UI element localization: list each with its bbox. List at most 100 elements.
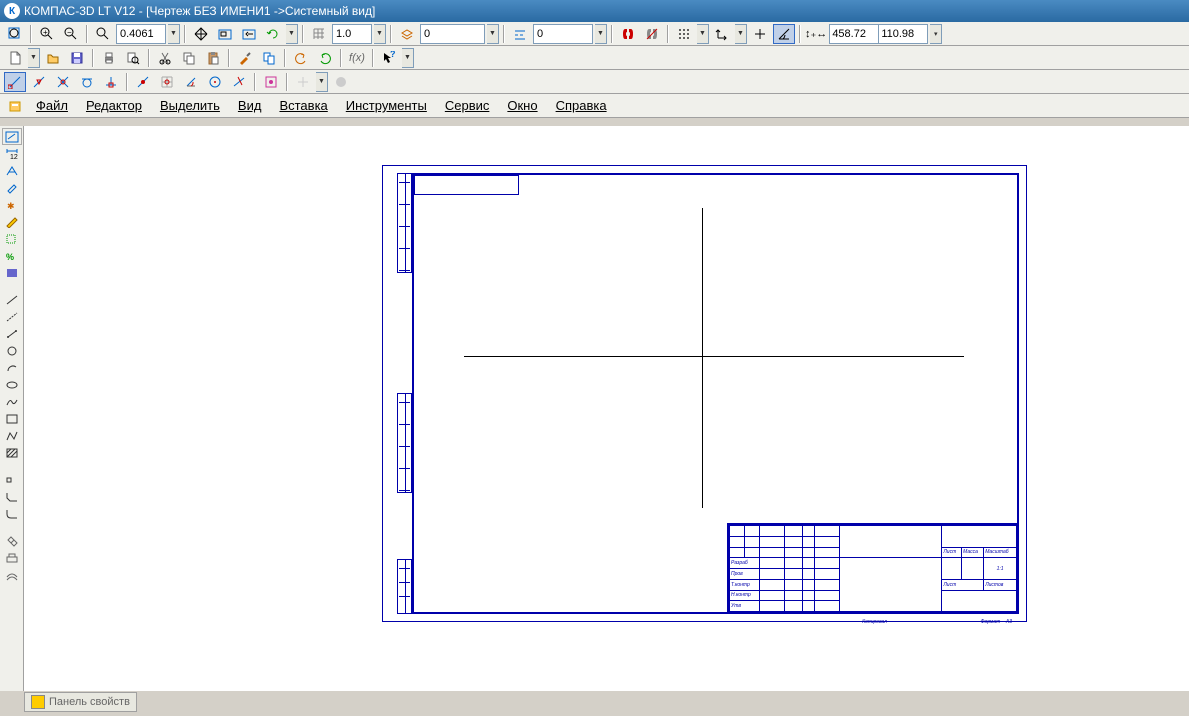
geometry-panel-icon[interactable] <box>2 128 22 145</box>
zoom-scale-icon[interactable] <box>92 24 114 44</box>
snap-midpoint-icon[interactable] <box>28 72 50 92</box>
redraw-icon[interactable] <box>262 24 284 44</box>
linetype-icon[interactable] <box>509 24 531 44</box>
zoom-in-icon[interactable]: + <box>36 24 58 44</box>
snap-tangent-icon[interactable] <box>76 72 98 92</box>
edit-panel-icon[interactable] <box>2 179 22 196</box>
fillet-tool-icon[interactable] <box>2 505 22 522</box>
menu-file[interactable]: Файл <box>28 95 76 116</box>
snap-nearest-icon[interactable] <box>132 72 154 92</box>
undo-icon[interactable] <box>290 48 312 68</box>
snap-grid-icon[interactable] <box>156 72 178 92</box>
object-icon[interactable] <box>292 72 314 92</box>
snap-settings-icon[interactable] <box>260 72 282 92</box>
select-panel-icon[interactable] <box>2 230 22 247</box>
parametr-panel-icon[interactable]: ✱ <box>2 196 22 213</box>
save-icon[interactable] <box>66 48 88 68</box>
snap-point-icon[interactable] <box>228 72 250 92</box>
zoom-value-input[interactable] <box>116 24 166 44</box>
stop-icon[interactable] <box>330 72 352 92</box>
grid-snap-icon[interactable] <box>673 24 695 44</box>
scale-input[interactable] <box>332 24 372 44</box>
help-cursor-icon[interactable]: ? <box>378 48 400 68</box>
open-icon[interactable] <box>42 48 64 68</box>
snap-normal-icon[interactable] <box>100 72 122 92</box>
coord-x-input[interactable] <box>830 25 878 43</box>
grid-toggle-icon[interactable] <box>308 24 330 44</box>
coord-y-input[interactable] <box>879 25 927 43</box>
rect-tool-icon[interactable] <box>2 410 22 427</box>
drawing-viewport[interactable]: ЛистМассаМасштаб Разраб1:1 Пров Т.контрЛ… <box>24 126 1189 691</box>
object-dropdown-icon[interactable]: ▼ <box>316 72 328 92</box>
layer-input[interactable] <box>420 24 485 44</box>
copy-icon[interactable] <box>178 48 200 68</box>
spline-tool-icon[interactable] <box>2 393 22 410</box>
copy-geom-icon[interactable] <box>2 532 22 549</box>
zoom-prev-icon[interactable] <box>238 24 260 44</box>
zoom-fit-icon[interactable] <box>4 24 26 44</box>
style-input[interactable] <box>533 24 593 44</box>
snap-on-icon[interactable] <box>617 24 639 44</box>
menu-tools[interactable]: Инструменты <box>338 95 435 116</box>
chamfer-tool-icon[interactable] <box>2 488 22 505</box>
menu-select[interactable]: Выделить <box>152 95 228 116</box>
menu-service[interactable]: Сервис <box>437 95 498 116</box>
layer-icon[interactable] <box>396 24 418 44</box>
menu-insert[interactable]: Вставка <box>271 95 335 116</box>
dimensions-panel-icon[interactable]: 12 <box>2 145 22 162</box>
symbols-panel-icon[interactable] <box>2 162 22 179</box>
svg-text:✱: ✱ <box>7 201 15 211</box>
tree-icon[interactable] <box>258 48 280 68</box>
coord-system-icon[interactable] <box>711 24 733 44</box>
redo-icon[interactable] <box>314 48 336 68</box>
snap-center-icon[interactable] <box>204 72 226 92</box>
snap-endpoint-icon[interactable] <box>4 72 26 92</box>
property-panel-tab[interactable]: Панель свойств <box>24 692 137 712</box>
ellipse-tool-icon[interactable] <box>2 376 22 393</box>
new-doc-icon[interactable] <box>4 48 26 68</box>
spec-panel-icon[interactable]: % <box>2 247 22 264</box>
equid-icon[interactable] <box>2 566 22 583</box>
hatch-tool-icon[interactable] <box>2 444 22 461</box>
menu-help[interactable]: Справка <box>548 95 615 116</box>
zoom-out-icon[interactable]: − <box>60 24 82 44</box>
segment-icon[interactable] <box>2 325 22 342</box>
redraw-dropdown-icon[interactable]: ▼ <box>286 24 298 44</box>
menu-edit[interactable]: Редактор <box>78 95 150 116</box>
window-title: КОМПАС-3D LT V12 - [Чертеж БЕЗ ИМЕНИ1 ->… <box>24 4 375 18</box>
ortho-icon[interactable] <box>749 24 771 44</box>
zoom-window-icon[interactable] <box>214 24 236 44</box>
line-tool-icon[interactable] <box>2 291 22 308</box>
pan-icon[interactable] <box>190 24 212 44</box>
preview-icon[interactable] <box>122 48 144 68</box>
snap-intersect-icon[interactable] <box>52 72 74 92</box>
snap-off-icon[interactable] <box>641 24 663 44</box>
properties-icon[interactable] <box>234 48 256 68</box>
aux-line-icon[interactable] <box>2 308 22 325</box>
menu-window[interactable]: Окно <box>499 95 545 116</box>
measure-panel-icon[interactable] <box>2 213 22 230</box>
cut-icon[interactable] <box>154 48 176 68</box>
help-dropdown-icon[interactable]: ▼ <box>402 48 414 68</box>
zoom-dropdown-icon[interactable]: ▼ <box>168 24 180 44</box>
point-tool-icon[interactable] <box>2 471 22 488</box>
assoc-panel-icon[interactable] <box>2 264 22 281</box>
new-dropdown-icon[interactable]: ▼ <box>28 48 40 68</box>
scale-dropdown-icon[interactable]: ▼ <box>374 24 386 44</box>
circle-tool-icon[interactable] <box>2 342 22 359</box>
style-dropdown-icon[interactable]: ▼ <box>595 24 607 44</box>
polyline-tool-icon[interactable] <box>2 427 22 444</box>
coord-spin-icon[interactable]: ▾ <box>930 24 942 44</box>
snap-angle2-icon[interactable] <box>180 72 202 92</box>
menu-view[interactable]: Вид <box>230 95 270 116</box>
layer-dropdown-icon[interactable]: ▼ <box>487 24 499 44</box>
grid-dropdown-icon[interactable]: ▼ <box>697 24 709 44</box>
paste-icon[interactable] <box>202 48 224 68</box>
snap-angle-icon[interactable] <box>773 24 795 44</box>
variables-icon[interactable]: f(x) <box>346 48 368 68</box>
arc-tool-icon[interactable] <box>2 359 22 376</box>
print-icon[interactable] <box>98 48 120 68</box>
coord-dropdown-icon[interactable]: ▼ <box>735 24 747 44</box>
library-icon[interactable] <box>4 96 26 116</box>
collect-icon[interactable] <box>2 549 22 566</box>
